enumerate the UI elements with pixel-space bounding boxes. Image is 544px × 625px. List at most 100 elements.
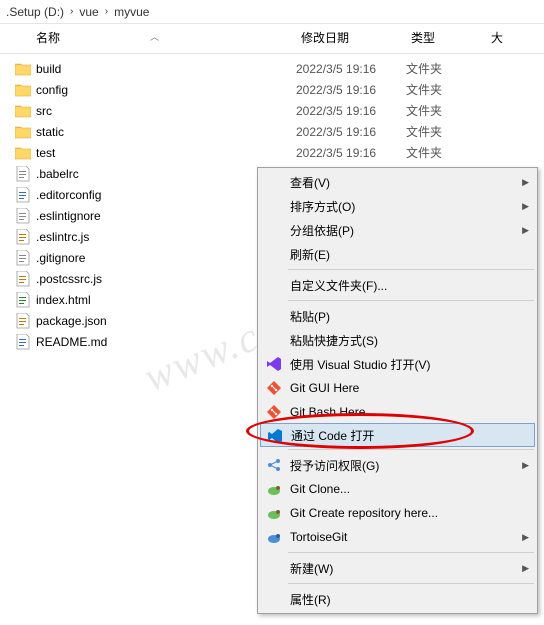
header-date[interactable]: 修改日期: [301, 29, 411, 46]
item-name: build: [36, 62, 296, 76]
menu-item[interactable]: 新建(W) ▶: [260, 556, 535, 580]
crumb-folder[interactable]: vue: [79, 5, 98, 19]
item-type: 文件夹: [406, 102, 486, 119]
folder-icon: [14, 103, 32, 119]
chevron-right-icon: ›: [105, 6, 108, 17]
menu-label: 自定义文件夹(F)...: [290, 277, 387, 294]
menu-item[interactable]: Git GUI Here: [260, 376, 535, 400]
git-icon: [265, 379, 283, 397]
folder-icon: [14, 61, 32, 77]
menu-label: 排序方式(O): [290, 198, 355, 215]
item-date: 2022/3/5 19:16: [296, 83, 406, 97]
file-icon: [14, 187, 32, 203]
menu-item[interactable]: 刷新(E): [260, 242, 535, 266]
menu-label: 粘贴(P): [290, 308, 330, 325]
file-icon: [14, 250, 32, 266]
item-type: 文件夹: [406, 81, 486, 98]
folder-item[interactable]: static2022/3/5 19:16文件夹: [0, 121, 544, 142]
tort2-icon: [265, 528, 283, 546]
item-date: 2022/3/5 19:16: [296, 125, 406, 139]
menu-item[interactable]: Git Create repository here...: [260, 501, 535, 525]
item-date: 2022/3/5 19:16: [296, 62, 406, 76]
menu-separator: [288, 300, 534, 301]
folder-item[interactable]: src2022/3/5 19:16文件夹: [0, 100, 544, 121]
menu-item[interactable]: 粘贴(P): [260, 304, 535, 328]
folder-item[interactable]: test2022/3/5 19:16文件夹: [0, 142, 544, 163]
folder-item[interactable]: config2022/3/5 19:16文件夹: [0, 79, 544, 100]
menu-item[interactable]: Git Clone...: [260, 477, 535, 501]
menu-label: 属性(R): [290, 591, 331, 608]
menu-label: 粘贴快捷方式(S): [290, 332, 378, 349]
file-icon: [14, 166, 32, 182]
file-icon: [14, 229, 32, 245]
crumb-drive[interactable]: .Setup (D:): [6, 5, 64, 19]
context-menu[interactable]: 查看(V) ▶ 排序方式(O) ▶ 分组依据(P) ▶ 刷新(E) 自定义文件夹(F)... 粘…: [257, 167, 538, 614]
item-name: test: [36, 146, 296, 160]
menu-label: Git Create repository here...: [290, 506, 438, 520]
menu-item[interactable]: 查看(V) ▶: [260, 170, 535, 194]
sort-asc-icon: ︿: [150, 30, 159, 43]
item-type: 文件夹: [406, 60, 486, 77]
chevron-right-icon: ▶: [522, 225, 529, 236]
chevron-right-icon: ▶: [522, 532, 529, 543]
git-icon: [265, 403, 283, 421]
menu-label: 查看(V): [290, 174, 330, 191]
menu-label: Git Bash Here: [290, 405, 365, 419]
vs-icon: [265, 355, 283, 373]
share-icon: [265, 456, 283, 474]
folder-item[interactable]: build2022/3/5 19:16文件夹: [0, 58, 544, 79]
tort-icon: [265, 504, 283, 522]
menu-item[interactable]: 授予访问权限(G) ▶: [260, 453, 535, 477]
folder-icon: [14, 82, 32, 98]
chevron-right-icon: ▶: [522, 563, 529, 574]
menu-label: 使用 Visual Studio 打开(V): [290, 356, 431, 373]
chevron-right-icon: ▶: [522, 201, 529, 212]
folder-icon: [14, 145, 32, 161]
folder-icon: [14, 124, 32, 140]
header-name[interactable]: 名称: [36, 29, 301, 46]
file-icon: [14, 271, 32, 287]
code-icon: [266, 427, 284, 445]
menu-item[interactable]: 粘贴快捷方式(S): [260, 328, 535, 352]
menu-label: 分组依据(P): [290, 222, 354, 239]
item-type: 文件夹: [406, 144, 486, 161]
menu-separator: [288, 269, 534, 270]
menu-item[interactable]: 使用 Visual Studio 打开(V): [260, 352, 535, 376]
file-icon: [14, 313, 32, 329]
menu-item[interactable]: TortoiseGit ▶: [260, 525, 535, 549]
file-icon: [14, 208, 32, 224]
crumb-folder[interactable]: myvue: [114, 5, 149, 19]
menu-separator: [288, 449, 534, 450]
chevron-right-icon: ▶: [522, 177, 529, 188]
item-date: 2022/3/5 19:16: [296, 146, 406, 160]
menu-label: 通过 Code 打开: [291, 427, 374, 444]
item-name: config: [36, 83, 296, 97]
header-size[interactable]: 大: [491, 29, 534, 46]
menu-label: 新建(W): [290, 560, 333, 577]
item-date: 2022/3/5 19:16: [296, 104, 406, 118]
menu-item[interactable]: 自定义文件夹(F)...: [260, 273, 535, 297]
menu-label: TortoiseGit: [290, 530, 347, 544]
menu-item[interactable]: Git Bash Here: [260, 400, 535, 424]
file-icon: [14, 292, 32, 308]
menu-item[interactable]: 分组依据(P) ▶: [260, 218, 535, 242]
menu-item[interactable]: 通过 Code 打开: [260, 423, 535, 447]
menu-label: Git Clone...: [290, 482, 350, 496]
menu-label: Git GUI Here: [290, 381, 359, 395]
tort-icon: [265, 480, 283, 498]
menu-label: 授予访问权限(G): [290, 457, 379, 474]
item-type: 文件夹: [406, 123, 486, 140]
column-headers: ︿ 名称 修改日期 类型 大: [0, 24, 544, 54]
header-type[interactable]: 类型: [411, 29, 491, 46]
menu-separator: [288, 552, 534, 553]
file-icon: [14, 334, 32, 350]
chevron-right-icon: ›: [70, 6, 73, 17]
menu-item[interactable]: 属性(R): [260, 587, 535, 611]
item-name: src: [36, 104, 296, 118]
breadcrumb[interactable]: .Setup (D:) › vue › myvue: [0, 0, 544, 24]
chevron-right-icon: ▶: [522, 460, 529, 471]
item-name: static: [36, 125, 296, 139]
menu-item[interactable]: 排序方式(O) ▶: [260, 194, 535, 218]
menu-label: 刷新(E): [290, 246, 330, 263]
menu-separator: [288, 583, 534, 584]
